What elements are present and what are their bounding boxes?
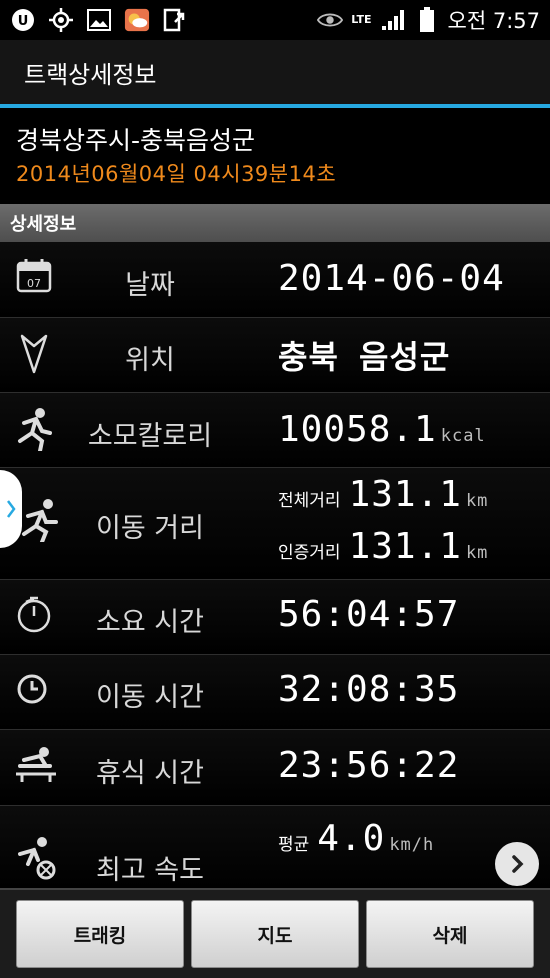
- avg-speed-unit: km/h: [389, 835, 435, 855]
- speed-label: 최고 속도: [96, 855, 204, 886]
- location-label: 위치: [125, 345, 175, 376]
- stopwatch-icon: [14, 594, 58, 638]
- tracking-button[interactable]: 트래킹: [16, 900, 184, 968]
- cert-distance: 인증거리 131.1 km: [278, 526, 488, 567]
- elapsed-value: 56:04:57: [278, 594, 460, 635]
- avg-speed-number: 4.0: [317, 818, 386, 859]
- battery-icon: [414, 7, 440, 33]
- track-datetime: 2014년06월04일 04시39분14초: [16, 162, 337, 186]
- cert-distance-prefix: 인증거리: [278, 543, 341, 563]
- svg-text:07: 07: [27, 277, 41, 290]
- calendar-icon: 07: [14, 256, 58, 300]
- clock: 오전 7:57: [447, 9, 540, 33]
- row-calories: 소모칼로리 10058.1 kcal: [0, 393, 550, 468]
- drawer-handle[interactable]: [0, 470, 22, 548]
- next-page-button[interactable]: [495, 842, 539, 886]
- row-elapsed: 소요 시간 56:04:57: [0, 580, 550, 655]
- track-title: 경북상주시-충북음성군: [16, 126, 256, 155]
- gallery-icon: [86, 7, 112, 33]
- total-distance: 전체거리 131.1 km: [278, 474, 488, 515]
- row-location: 위치 충북 음성군: [0, 318, 550, 393]
- row-moving: 이동 시간 32:08:35: [0, 655, 550, 730]
- resting-person-icon: [14, 744, 58, 788]
- total-distance-number: 131.1: [348, 474, 462, 515]
- rest-value: 23:56:22: [278, 745, 460, 786]
- app-bar: 트랙상세정보: [0, 40, 550, 108]
- moving-value: 32:08:35: [278, 669, 460, 710]
- share-icon: [162, 7, 188, 33]
- weather-icon: [124, 7, 150, 33]
- clock-icon: [14, 671, 58, 715]
- location-arrow-icon: [14, 332, 58, 376]
- map-button[interactable]: 지도: [191, 900, 359, 968]
- distance-label: 이동 거리: [96, 513, 204, 544]
- moving-label: 이동 시간: [96, 682, 204, 713]
- elapsed-label: 소요 시간: [96, 607, 204, 638]
- row-rest: 휴식 시간 23:56:22: [0, 730, 550, 806]
- running-person-icon: [14, 407, 58, 453]
- app-title: 트랙상세정보: [24, 60, 157, 89]
- rest-label: 휴식 시간: [96, 758, 204, 789]
- delete-button[interactable]: 삭제: [366, 900, 534, 968]
- signal-icon: [380, 7, 406, 33]
- status-bar: U LTE 오전 7:57: [0, 0, 550, 40]
- cert-distance-unit: km: [465, 543, 489, 563]
- calories-label: 소모칼로리: [87, 421, 213, 452]
- row-date: 07 날짜 2014-06-04: [0, 242, 550, 318]
- calories-value: 10058.1 kcal: [278, 409, 486, 450]
- total-distance-prefix: 전체거리: [278, 491, 341, 511]
- calories-unit: kcal: [440, 426, 486, 446]
- svg-text:U: U: [18, 14, 29, 29]
- calories-number: 10058.1: [278, 409, 437, 450]
- cert-distance-number: 131.1: [348, 526, 462, 567]
- track-header: 경북상주시-충북음성군 2014년06월04일 04시39분14초: [0, 112, 550, 204]
- network-type: LTE: [351, 13, 372, 26]
- runner-icon: [20, 498, 64, 544]
- bottom-action-bar: 트래킹 지도 삭제: [0, 888, 550, 978]
- total-distance-unit: km: [465, 491, 489, 511]
- section-header: 상세정보: [0, 204, 550, 242]
- chevron-right-icon: [7, 500, 16, 518]
- section-title: 상세정보: [10, 214, 77, 235]
- date-value: 2014-06-04: [278, 258, 505, 299]
- avg-speed-prefix: 평균: [278, 835, 310, 855]
- date-label: 날짜: [125, 270, 175, 301]
- location-value: 충북 음성군: [278, 338, 451, 376]
- gps-icon: [48, 7, 74, 33]
- cyclist-icon: [12, 836, 56, 880]
- detail-list[interactable]: 07 날짜 2014-06-04 위치 충북 음성군 소모칼로리 10058.1…: [0, 242, 550, 888]
- app-notification-icon: U: [10, 7, 36, 33]
- chevron-right-icon: [512, 855, 524, 873]
- eye-icon: [317, 7, 344, 33]
- avg-speed: 평균 4.0 km/h: [278, 818, 434, 859]
- row-speed: 최고 속도 평균 4.0 km/h: [0, 806, 550, 888]
- row-distance: 이동 거리 전체거리 131.1 km 인증거리 131.1 km: [0, 468, 550, 580]
